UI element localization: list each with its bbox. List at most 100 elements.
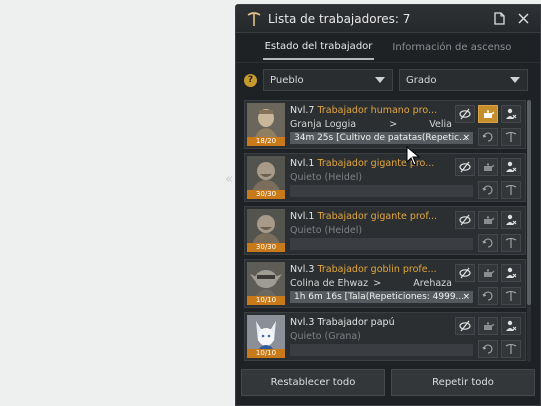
- worker-task-bar: [290, 344, 473, 356]
- repeat-task-button[interactable]: [478, 234, 498, 252]
- promote-worker-button[interactable]: [501, 128, 521, 146]
- worker-destination: Arehaza: [413, 278, 452, 289]
- worker-task-bar: [290, 238, 473, 250]
- worker-card[interactable]: 30/30 Nvl.1 Trabajador gigante prof... Q…: [244, 206, 526, 255]
- worker-route: Quieto (Heidel): [290, 172, 452, 183]
- worker-destination: Velia: [429, 119, 452, 130]
- worker-name: Trabajador goblin profe...: [317, 264, 437, 275]
- worker-title: Nvl.1 Trabajador gigante prof...: [290, 211, 437, 222]
- eye-slash-icon: [459, 161, 471, 173]
- worker-location: Granja Loggia: [290, 119, 357, 130]
- eye-slash-icon: [459, 108, 471, 120]
- footer-actions: Restablecer todo Repetir todo: [241, 369, 535, 396]
- grade-select[interactable]: Grado: [399, 69, 528, 91]
- promote-worker-button[interactable]: [501, 234, 521, 252]
- route-arrow: >: [389, 119, 398, 130]
- pickaxe-icon: [505, 290, 517, 301]
- worker-card[interactable]: 10/10 Nvl.3 Trabajador goblin profe... C…: [244, 259, 526, 308]
- promote-worker-button[interactable]: [501, 287, 521, 305]
- worker-list-window: Lista de trabajadores: 7 Estado del trab…: [235, 4, 541, 406]
- worker-title: Nvl.7 Trabajador humano pro...: [290, 105, 437, 116]
- fire-worker-button[interactable]: [501, 105, 521, 123]
- reset-all-button[interactable]: Restablecer todo: [241, 369, 385, 396]
- hide-worker-button[interactable]: [455, 105, 475, 123]
- promote-worker-button[interactable]: [501, 340, 521, 358]
- worker-portrait-giant: 30/30: [247, 156, 285, 199]
- pickaxe-icon: [247, 11, 261, 26]
- worker-route: Quieto (Grana): [290, 331, 452, 342]
- worker-name: Trabajador papú: [317, 317, 395, 328]
- help-icon[interactable]: ?: [244, 73, 257, 87]
- grade-select-value: Grado: [406, 74, 437, 86]
- worker-portrait-human: 18/20: [247, 103, 285, 146]
- worker-title: Nvl.3 Trabajador papú: [290, 317, 395, 328]
- promote-worker-button[interactable]: [501, 181, 521, 199]
- fire-worker-button[interactable]: [501, 264, 521, 282]
- repeat-icon: [482, 238, 493, 248]
- feed-worker-button[interactable]: [478, 105, 498, 123]
- teapot-icon: [483, 163, 494, 171]
- repeat-icon: [482, 291, 493, 301]
- repeat-task-button[interactable]: [478, 181, 498, 199]
- worker-task: 34m 25s [Cultivo de patatas(Repetic...: [294, 133, 468, 143]
- teapot-icon: [483, 110, 494, 118]
- teapot-icon: [483, 269, 494, 277]
- person-x-icon: [506, 267, 517, 278]
- worker-task: 1h 6m 16s [Tala(Repeticiones: 4999...: [294, 292, 465, 302]
- chevron-down-icon: [375, 77, 385, 83]
- repeat-task-button[interactable]: [478, 287, 498, 305]
- worker-portrait-giant: 30/30: [247, 209, 285, 252]
- feed-worker-button[interactable]: [478, 158, 498, 176]
- hide-worker-button[interactable]: [455, 158, 475, 176]
- fire-worker-button[interactable]: [501, 158, 521, 176]
- tab-promotion-info[interactable]: Información de ascenso: [390, 36, 513, 59]
- worker-task-bar: 1h 6m 16s [Tala(Repeticiones: 4999... ×: [290, 291, 473, 303]
- collapse-panel-arrow-icon[interactable]: «: [225, 172, 233, 187]
- route-arrow: >: [373, 278, 382, 289]
- worker-route: Quieto (Heidel): [290, 225, 452, 236]
- worker-name: Trabajador gigante prof...: [317, 211, 438, 222]
- worker-route: Colina de Ehwaz > Arehaza: [290, 278, 452, 289]
- window-title: Lista de trabajadores: 7: [268, 11, 411, 26]
- repeat-icon: [482, 132, 493, 142]
- fire-worker-button[interactable]: [501, 317, 521, 335]
- worker-card[interactable]: 18/20 Nvl.7 Trabajador humano pro... Gra…: [244, 100, 526, 149]
- feed-worker-button[interactable]: [478, 317, 498, 335]
- person-x-icon: [506, 320, 517, 331]
- worker-level: Nvl.1: [290, 158, 315, 169]
- filter-bar: ? Pueblo Grado: [236, 63, 540, 97]
- town-select[interactable]: Pueblo: [263, 69, 393, 91]
- pickaxe-icon: [505, 184, 517, 195]
- repeat-all-button[interactable]: Repetir todo: [391, 369, 535, 396]
- hide-worker-button[interactable]: [455, 317, 475, 335]
- mouse-cursor-icon: [406, 146, 420, 166]
- title-bar[interactable]: Lista de trabajadores: 7: [236, 5, 540, 33]
- list-scrollbar[interactable]: [527, 100, 531, 362]
- hide-worker-button[interactable]: [455, 264, 475, 282]
- worker-level: Nvl.7: [290, 105, 315, 116]
- hide-worker-button[interactable]: [455, 211, 475, 229]
- scrollbar-thumb[interactable]: [527, 100, 531, 305]
- stamina-label: 18/20: [247, 137, 285, 146]
- repeat-task-button[interactable]: [478, 340, 498, 358]
- worker-list: 18/20 Nvl.7 Trabajador humano pro... Gra…: [244, 100, 526, 365]
- worker-card[interactable]: 10/10 Nvl.3 Trabajador papú Quieto (Gran…: [244, 312, 526, 361]
- cancel-task-button[interactable]: ×: [462, 291, 470, 303]
- worker-card[interactable]: 30/30 Nvl.1 Trabajador gigante pro... Qu…: [244, 153, 526, 202]
- worker-level: Nvl.3: [290, 264, 315, 275]
- feed-worker-button[interactable]: [478, 264, 498, 282]
- worker-portrait-papu: 10/10: [247, 315, 285, 358]
- worker-route: Granja Loggia > Velia: [290, 119, 452, 130]
- feed-worker-button[interactable]: [478, 211, 498, 229]
- repeat-task-button[interactable]: [478, 128, 498, 146]
- document-icon[interactable]: [492, 12, 506, 26]
- worker-task-bar: [290, 185, 473, 197]
- repeat-icon: [482, 344, 493, 354]
- tab-bar: Estado del trabajador Información de asc…: [236, 33, 540, 63]
- fire-worker-button[interactable]: [501, 211, 521, 229]
- teapot-icon: [483, 216, 494, 224]
- close-icon[interactable]: [516, 12, 530, 26]
- cancel-task-button[interactable]: ×: [462, 132, 470, 144]
- worker-location: Colina de Ehwaz: [290, 278, 369, 289]
- tab-worker-status[interactable]: Estado del trabajador: [262, 35, 375, 60]
